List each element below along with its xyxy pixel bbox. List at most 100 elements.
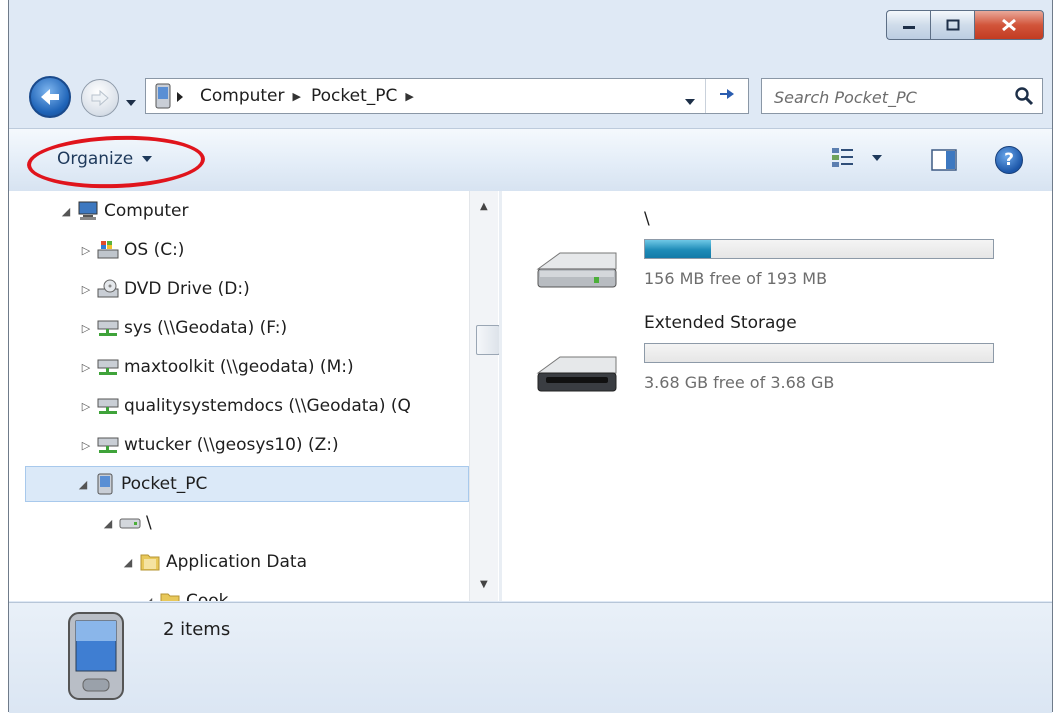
expanded-triangle-icon[interactable]: ◢ — [121, 556, 135, 569]
tree-item-qualitysystemdocs-q[interactable]: ▷ qualitysystemdocs (\\Geodata) (Q — [9, 388, 499, 424]
back-button[interactable] — [29, 76, 71, 118]
chevron-down-icon — [685, 99, 695, 105]
drive-usage-bar — [644, 343, 994, 363]
folder-icon — [159, 591, 181, 601]
network-drive-icon — [97, 435, 119, 455]
navigation-scrollbar[interactable]: ▲ ▼ — [469, 191, 499, 601]
tree-item-maxtoolkit-m[interactable]: ▷ maxtoolkit (\\geodata) (M:) — [9, 349, 499, 385]
explorer-window: Computer ▶ Pocket_PC ▶ Organize — [8, 0, 1053, 713]
annotation-circle — [26, 132, 206, 192]
breadcrumb-pocket-pc[interactable]: Pocket_PC — [311, 86, 397, 106]
drive-free-space: 156 MB free of 193 MB — [644, 269, 828, 288]
collapsed-triangle-icon[interactable]: ▷ — [79, 322, 93, 335]
pocket-pc-icon — [94, 473, 116, 495]
network-drive-icon — [97, 357, 119, 377]
items-count: 2 items — [163, 619, 231, 640]
drive-usage-fill — [645, 240, 712, 258]
breadcrumb: Computer ▶ Pocket_PC ▶ — [186, 79, 424, 113]
collapsed-triangle-icon[interactable]: ▷ — [79, 244, 93, 257]
close-button[interactable] — [974, 10, 1044, 40]
tree-item-label: Computer — [104, 201, 189, 221]
tree-item-os-c[interactable]: ▷ OS (C:) — [9, 232, 499, 268]
tree-item-pocket-pc[interactable]: ◢ Pocket_PC — [25, 466, 469, 502]
content-pane[interactable]: \ 156 MB free of 193 MB Extended Storage — [502, 191, 1052, 601]
tree-item-label: OS (C:) — [124, 240, 185, 260]
tree-item-label: sys (\\Geodata) (F:) — [124, 318, 288, 338]
chevron-down-icon — [126, 100, 136, 106]
recent-pages-button[interactable] — [125, 92, 137, 111]
dvd-drive-icon — [97, 279, 119, 299]
network-drive-icon — [97, 396, 119, 416]
refresh-icon — [720, 89, 734, 99]
collapsed-triangle-icon[interactable]: ▷ — [79, 400, 93, 413]
tree-item-sys-f[interactable]: ▷ sys (\\Geodata) (F:) — [9, 310, 499, 346]
back-arrow-icon — [41, 89, 59, 105]
address-divider — [705, 79, 706, 113]
minimize-icon — [902, 26, 915, 29]
pocket-pc-device-icon — [68, 612, 124, 700]
drive-free-space: 3.68 GB free of 3.68 GB — [644, 373, 835, 392]
minimize-button[interactable] — [886, 10, 930, 40]
tree-item-wtucker-z[interactable]: ▷ wtucker (\\geosys10) (Z:) — [9, 427, 499, 463]
chevron-down-icon — [872, 155, 882, 161]
collapsed-triangle-icon[interactable]: ▷ — [79, 283, 93, 296]
expanded-triangle-icon[interactable]: ◢ — [76, 478, 90, 491]
view-options-icon — [832, 148, 853, 167]
help-icon: ? — [1004, 150, 1014, 170]
tree-item-label: Pocket_PC — [121, 474, 208, 494]
tree-item-application-data[interactable]: ◢ Application Data — [9, 544, 499, 580]
details-pane: 2 items — [9, 602, 1052, 713]
tree-item-cookies[interactable]: ◢ Cook... — [9, 583, 499, 601]
pocket-pc-icon — [155, 83, 171, 109]
tree-item-label: \ — [146, 513, 152, 533]
address-history-dropdown[interactable] — [684, 91, 696, 110]
os-drive-icon — [97, 240, 119, 260]
preview-pane-icon — [931, 149, 957, 171]
scroll-up-arrow-icon[interactable]: ▲ — [480, 201, 488, 212]
address-bar[interactable]: Computer ▶ Pocket_PC ▶ — [145, 78, 749, 114]
tree-item-dvd-d[interactable]: ▷ DVD Drive (D:) — [9, 271, 499, 307]
storage-drive-icon — [119, 513, 141, 533]
expanded-triangle-icon[interactable]: ◢ — [141, 595, 155, 602]
tree-item-label: DVD Drive (D:) — [124, 279, 250, 299]
expanded-triangle-icon[interactable]: ◢ — [59, 205, 73, 218]
breadcrumb-separator-icon[interactable]: ▶ — [293, 90, 301, 103]
tree-item-label: qualitysystemdocs (\\Geodata) (Q — [124, 396, 411, 416]
drive-usage-bar — [644, 239, 994, 259]
command-bar: Organize ? — [9, 128, 1052, 192]
expanded-triangle-icon[interactable]: ◢ — [101, 517, 115, 530]
scrollbar-thumb[interactable] — [476, 325, 499, 355]
search-box[interactable] — [761, 78, 1043, 114]
collapsed-triangle-icon[interactable]: ▷ — [79, 439, 93, 452]
network-drive-icon — [97, 318, 119, 338]
search-input[interactable] — [772, 83, 996, 111]
search-icon[interactable] — [1014, 86, 1034, 106]
breadcrumb-separator-icon[interactable]: ▶ — [405, 90, 413, 103]
tree-item-label: wtucker (\\geosys10) (Z:) — [124, 435, 339, 455]
forward-button[interactable] — [81, 79, 119, 117]
preview-pane-button[interactable] — [931, 149, 957, 175]
drive-tile-root[interactable]: \ 156 MB free of 193 MB — [532, 209, 1012, 299]
hard-drive-icon — [536, 252, 617, 288]
tree-item-label: Cook... — [186, 591, 245, 601]
close-icon — [1002, 18, 1016, 32]
collapsed-triangle-icon[interactable]: ▷ — [79, 361, 93, 374]
maximize-icon — [946, 19, 959, 31]
change-view-button[interactable] — [831, 147, 883, 169]
drive-tile-extended-storage[interactable]: Extended Storage 3.68 GB free of 3.68 GB — [532, 313, 1012, 403]
help-button[interactable]: ? — [995, 146, 1023, 174]
maximize-button[interactable] — [930, 10, 974, 40]
refresh-button[interactable] — [716, 84, 738, 111]
breadcrumb-computer[interactable]: Computer — [200, 86, 285, 106]
scroll-down-arrow-icon[interactable]: ▼ — [480, 579, 488, 590]
tree-item-label: maxtoolkit (\\geodata) (M:) — [124, 357, 354, 377]
folder-icon — [139, 552, 161, 572]
drive-name: Extended Storage — [644, 313, 797, 333]
caption-buttons — [886, 10, 1044, 40]
navigation-pane[interactable]: ◢ Computer ▷ OS (C:) ▷ DVD Drive (D:) ▷ — [9, 191, 499, 601]
chevron-right-icon — [177, 92, 183, 102]
tree-item-root-storage[interactable]: ◢ \ — [9, 505, 499, 541]
tree-item-computer[interactable]: ◢ Computer — [9, 193, 499, 229]
tree-item-label: Application Data — [166, 552, 307, 572]
computer-icon — [77, 201, 99, 221]
